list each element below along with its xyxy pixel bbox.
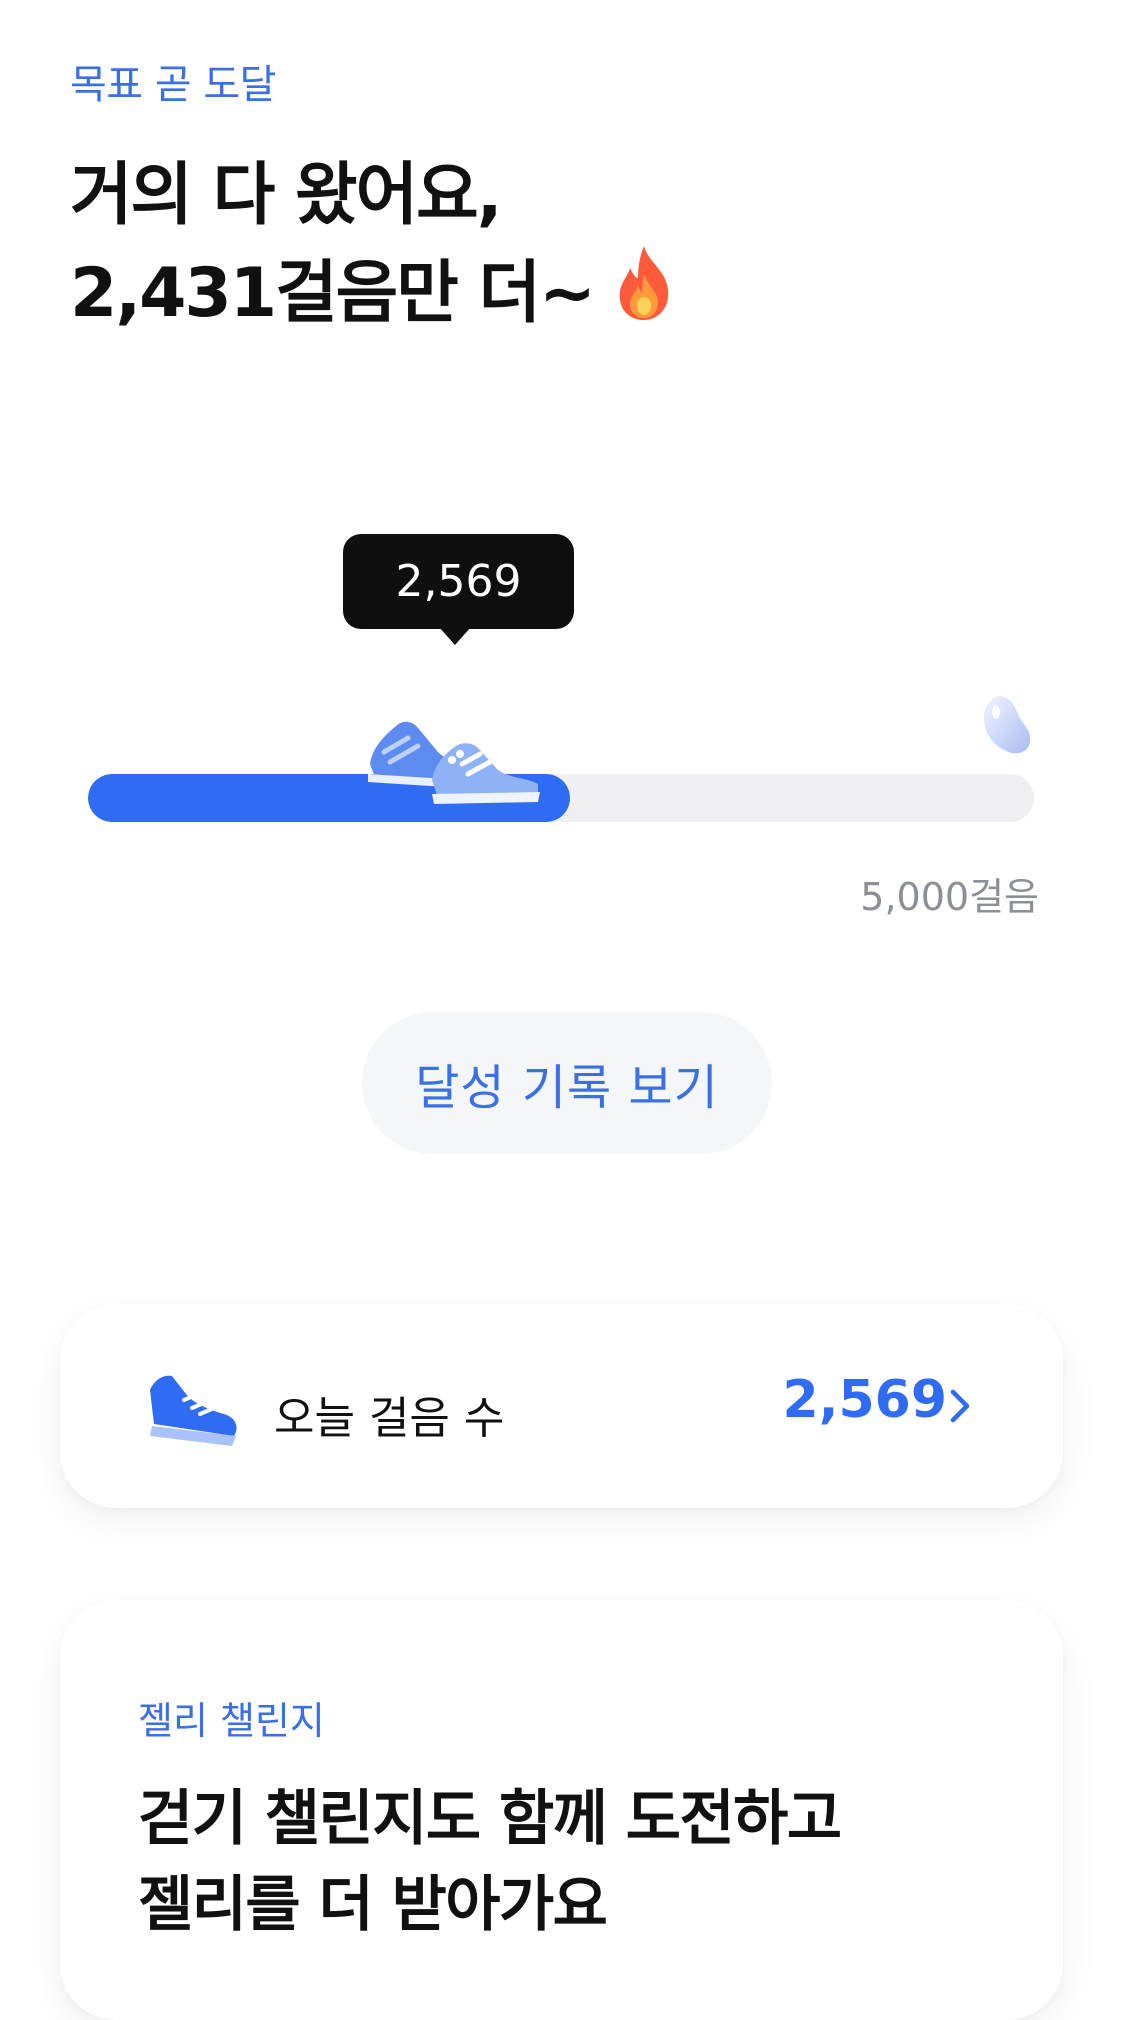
jelly-icon	[978, 692, 1034, 760]
today-steps-value: 2,569	[782, 1370, 947, 1430]
headline-line-1: 거의 다 왔어요,	[70, 156, 503, 235]
jelly-challenge-card[interactable]: 젤리 챌린지 걷기 챌린지도 함께 도전하고 젤리를 더 받아가요	[60, 1600, 1063, 2020]
tooltip-pointer	[439, 627, 471, 645]
challenge-title: 걷기 챌린지도 함께 도전하고 젤리를 더 받아가요	[138, 1776, 842, 1948]
challenge-title-line-2: 젤리를 더 받아가요	[138, 1870, 608, 1940]
shoes-icon	[362, 708, 546, 808]
today-steps-label: 오늘 걸음 수	[274, 1393, 505, 1444]
step-progress-bar	[88, 774, 1034, 822]
view-history-button[interactable]: 달성 기록 보기	[362, 1012, 772, 1154]
chevron-right-icon	[949, 1388, 971, 1428]
current-steps-tooltip: 2,569	[343, 534, 574, 629]
challenge-title-line-1: 걷기 챌린지도 함께 도전하고	[138, 1784, 842, 1854]
page-title: 거의 다 왔어요, 2,431걸음만 더~	[70, 148, 680, 348]
today-steps-card[interactable]: 오늘 걸음 수 2,569	[60, 1304, 1063, 1508]
challenge-eyebrow: 젤리 챌린지	[138, 1699, 325, 1743]
goal-steps-label: 5,000걸음	[860, 875, 1039, 919]
headline-line-2: 2,431걸음만 더~	[70, 244, 680, 348]
remaining-steps-text: 2,431걸음만 더~	[70, 254, 596, 333]
goal-status-label: 목표 곧 도달	[70, 62, 276, 108]
sneaker-icon	[144, 1366, 240, 1452]
fire-icon	[608, 244, 680, 348]
